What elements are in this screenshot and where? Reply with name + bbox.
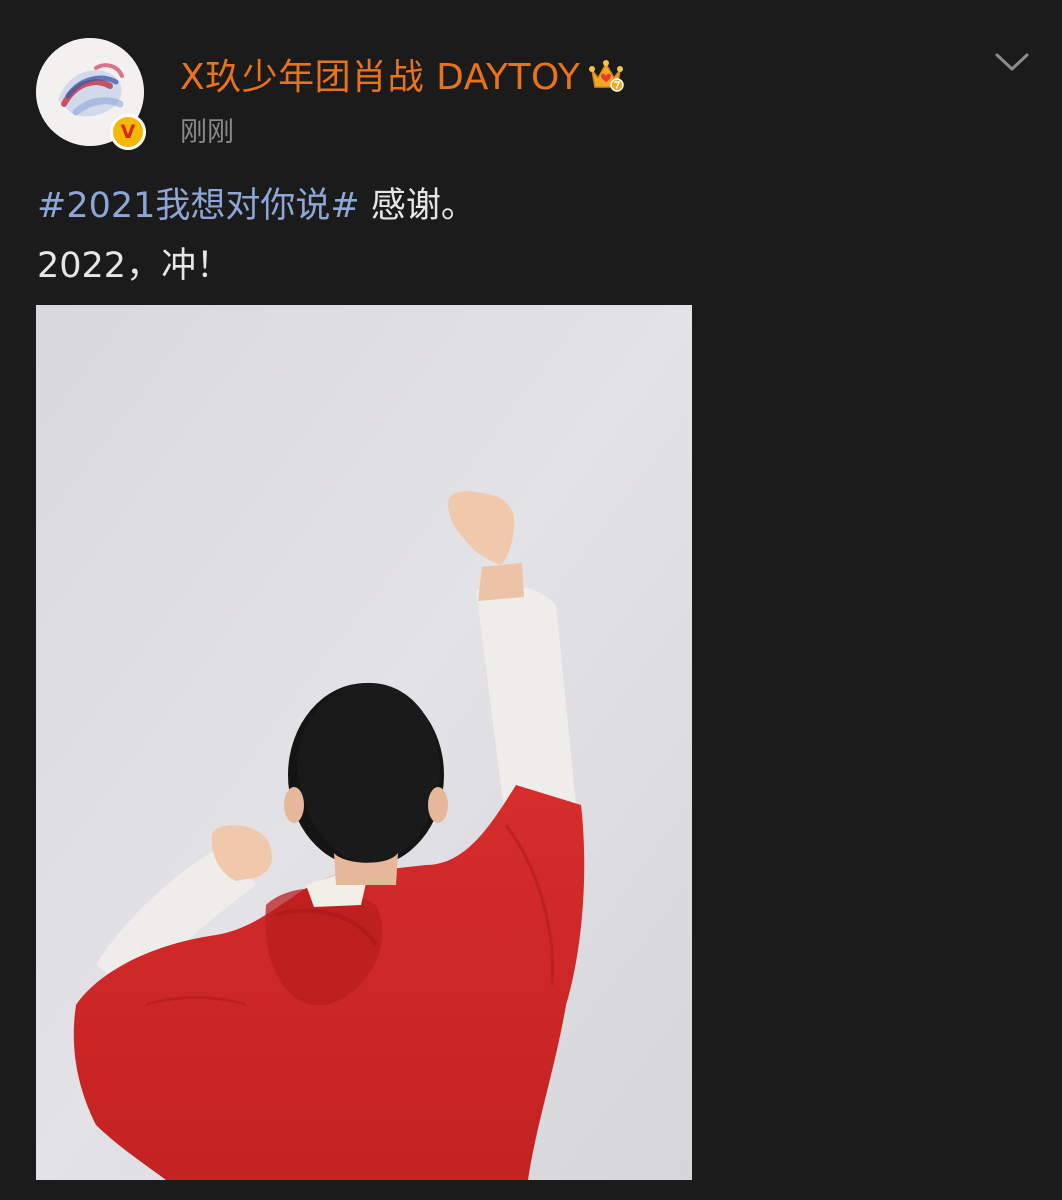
topic-link[interactable]: #2021我想对你说# (37, 186, 360, 226)
content-line-1: #2021我想对你说# 感谢。 (37, 176, 476, 236)
crown-member-icon[interactable] (586, 54, 626, 94)
chevron-down-icon[interactable] (994, 50, 1030, 74)
content-text: 感谢。 (359, 186, 476, 226)
post-photo[interactable] (36, 305, 692, 1180)
photo-image (36, 305, 692, 1180)
weibo-post: V X玖少年团肖战 DAYTOY 刚刚 #2021我想对你说# 感谢。 2022… (0, 0, 1062, 1200)
content-line-2: 2022，冲！ (37, 246, 232, 286)
username-row: X玖少年团肖战 DAYTOY (180, 50, 626, 98)
verified-icon: V (110, 114, 146, 150)
post-content: #2021我想对你说# 感谢。 2022，冲！ (37, 176, 476, 296)
post-timestamp: 刚刚 (180, 117, 234, 148)
avatar[interactable]: V (36, 38, 146, 150)
username[interactable]: X玖少年团肖战 DAYTOY (180, 48, 580, 100)
